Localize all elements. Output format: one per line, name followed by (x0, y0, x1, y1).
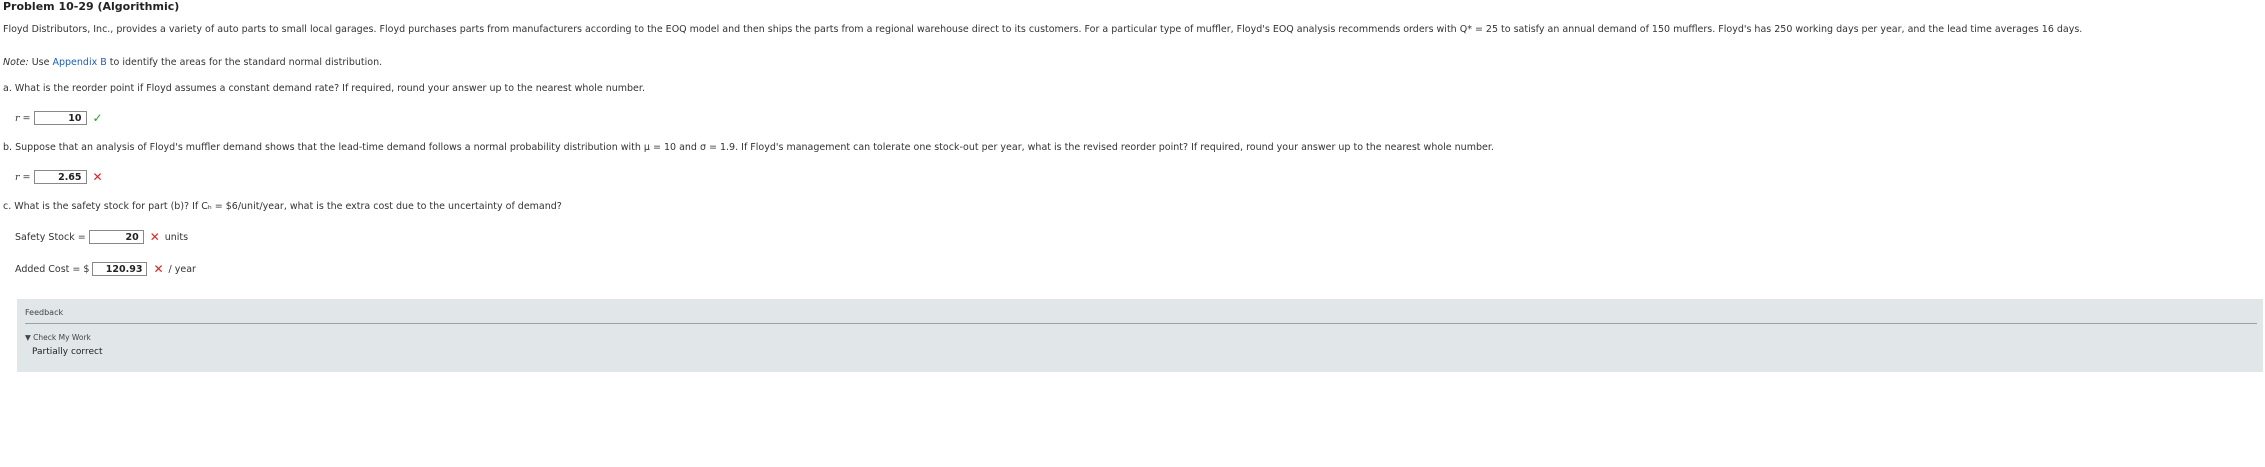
part-c-question: c. What is the safety stock for part (b)… (3, 201, 562, 212)
check-icon: ✓ (92, 111, 103, 125)
safety-stock-unit: units (164, 231, 189, 243)
added-cost-unit: / year (168, 263, 196, 275)
part-b-input[interactable]: 2.65 (33, 170, 87, 184)
part-b-answer-row: r = 2.65 ✕ (15, 170, 103, 184)
cross-icon: ✕ (153, 262, 164, 276)
added-cost-label: Added Cost = $ (15, 263, 90, 275)
cross-icon: ✕ (92, 170, 103, 184)
part-a-question: a. What is the reorder point if Floyd as… (3, 83, 645, 94)
note-line: Note: Use Appendix B to identify the are… (3, 57, 382, 68)
appendix-b-link[interactable]: Appendix B (53, 57, 107, 68)
safety-stock-input[interactable]: 20 (88, 230, 144, 244)
feedback-status: Partially correct (32, 347, 103, 357)
feedback-panel: Feedback ▼ Check My Work Partially corre… (17, 299, 2263, 372)
part-a-input[interactable]: 10 (33, 111, 87, 125)
safety-stock-row: Safety Stock = 20 ✕ units (15, 230, 188, 244)
safety-stock-label: Safety Stock = (15, 231, 86, 243)
added-cost-input[interactable]: 120.93 (92, 262, 148, 276)
part-b-question: b. Suppose that an analysis of Floyd's m… (3, 142, 1494, 153)
problem-title: Problem 10-29 (Algorithmic) (3, 0, 180, 13)
part-b-label: r = (15, 171, 31, 183)
note-prefix: Note: (3, 57, 29, 68)
part-a-answer-row: r = 10 ✓ (15, 111, 103, 125)
added-cost-row: Added Cost = $ 120.93 ✕ / year (15, 262, 196, 276)
feedback-divider (25, 323, 2257, 324)
note-text-pre: Use (28, 57, 53, 68)
note-text-post: to identify the areas for the standard n… (106, 57, 383, 68)
cross-icon: ✕ (149, 230, 160, 244)
part-a-label: r = (15, 112, 31, 124)
feedback-title: Feedback (25, 308, 64, 317)
check-my-work-toggle[interactable]: ▼ Check My Work (25, 333, 91, 342)
problem-intro: Floyd Distributors, Inc., provides a var… (3, 24, 2083, 35)
